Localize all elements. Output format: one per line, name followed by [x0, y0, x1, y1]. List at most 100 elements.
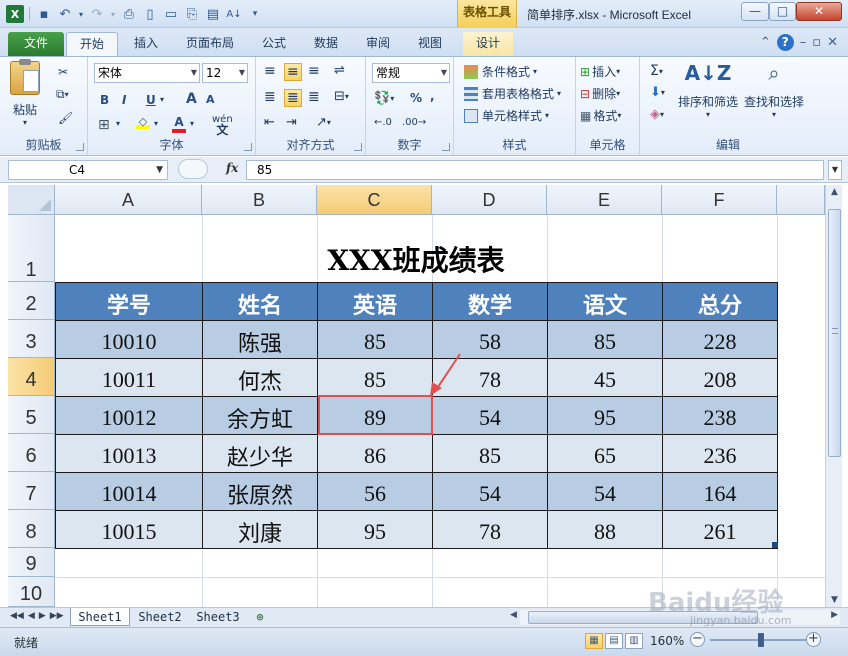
border-icon[interactable]: ⊞	[98, 117, 110, 133]
cell-styles-button[interactable]: 单元格样式 ▾	[464, 107, 549, 124]
column-header-c[interactable]: C	[317, 185, 432, 215]
copy-icon[interactable]: ⧉ ▾	[56, 87, 69, 102]
currency-icon[interactable]: 💱 ▾	[374, 91, 394, 106]
column-header-e[interactable]: E	[547, 185, 662, 215]
scroll-right-icon[interactable]: ▶	[831, 610, 838, 620]
tab-view[interactable]: 视图	[410, 32, 450, 56]
font-color-dropdown-icon[interactable]: ▾	[190, 119, 194, 128]
vertical-scrollbar[interactable]: ▲ ▼	[825, 185, 842, 607]
new-sheet-icon[interactable]: ⊕	[250, 608, 270, 626]
sheet-title-cell[interactable]: XXX班成绩表	[55, 215, 777, 282]
table-cell[interactable]: 赵少华	[202, 434, 318, 473]
row-header-8[interactable]: 8	[8, 510, 55, 548]
cut-icon[interactable]: ✂	[58, 65, 68, 79]
table-cell[interactable]: 10014	[55, 472, 203, 511]
row-header-2[interactable]: 2	[8, 282, 55, 320]
tab-file[interactable]: 文件	[8, 32, 64, 56]
comma-button[interactable]: ,	[430, 89, 435, 103]
header-cell[interactable]: 总分	[662, 282, 778, 321]
table-cell[interactable]: 何杰	[202, 358, 318, 397]
table-cell[interactable]: 10010	[55, 320, 203, 359]
table-cell[interactable]: 85	[317, 320, 433, 359]
zoom-slider-knob[interactable]	[758, 633, 764, 647]
paste-icon[interactable]: ▤	[204, 5, 222, 23]
column-header-a[interactable]: A	[55, 185, 202, 215]
redo-dropdown-icon[interactable]: ▾	[109, 5, 117, 23]
font-family-select[interactable]: 宋体 ▼	[94, 63, 200, 83]
phonetic-button[interactable]: wén 文	[212, 115, 233, 137]
number-launcher-icon[interactable]	[442, 143, 450, 151]
table-cell[interactable]: 88	[547, 510, 663, 549]
align-left-icon[interactable]: ≣	[264, 89, 276, 105]
merge-center-icon[interactable]: ⊟ ▾	[334, 89, 349, 104]
table-cell[interactable]: 10012	[55, 396, 203, 435]
table-cell[interactable]: 余方虹	[202, 396, 318, 435]
open-folder-icon[interactable]: ▭	[162, 5, 180, 23]
row-header-1[interactable]: 1	[8, 215, 55, 282]
table-cell[interactable]: 238	[662, 396, 778, 435]
align-bottom-icon[interactable]: ≡	[308, 63, 320, 79]
customize-qat-icon[interactable]: ▾	[246, 5, 264, 23]
header-cell[interactable]: 语文	[547, 282, 663, 321]
print-preview-icon[interactable]: ⎙	[120, 5, 138, 23]
table-cell[interactable]: 261	[662, 510, 778, 549]
increase-decimal-icon[interactable]: ←.0	[374, 117, 392, 128]
row-header-3[interactable]: 3	[8, 320, 55, 358]
expand-formula-bar-icon[interactable]: ▼	[828, 160, 842, 180]
new-file-icon[interactable]: ▯	[141, 5, 159, 23]
minimize-button[interactable]: —	[741, 2, 769, 21]
table-cell[interactable]: 95	[317, 510, 433, 549]
table-cell[interactable]: 10015	[55, 510, 203, 549]
increase-indent-icon[interactable]: ⇥	[286, 115, 297, 130]
zoom-in-button[interactable]: +	[806, 632, 821, 647]
header-cell[interactable]: 姓名	[202, 282, 318, 321]
page-break-view-icon[interactable]: ▥	[625, 633, 643, 649]
tab-page-layout[interactable]: 页面布局	[178, 32, 242, 56]
align-middle-icon[interactable]: ≡	[284, 63, 302, 81]
table-cell[interactable]: 54	[432, 396, 548, 435]
row-header-9[interactable]: 9	[8, 548, 55, 577]
table-cell[interactable]: 10013	[55, 434, 203, 473]
row-header-5[interactable]: 5	[8, 396, 55, 434]
tab-formulas[interactable]: 公式	[254, 32, 294, 56]
scroll-up-icon[interactable]: ▲	[826, 187, 843, 197]
zoom-level[interactable]: 160%	[650, 634, 684, 648]
format-painter-icon[interactable]: 🖌	[58, 111, 73, 125]
print-icon[interactable]: ⎘	[183, 5, 201, 23]
font-launcher-icon[interactable]	[244, 143, 252, 151]
save-icon[interactable]: ▪	[35, 5, 53, 23]
prev-sheet-icon[interactable]: ◀	[28, 611, 35, 621]
minimize-ribbon-icon[interactable]: ⌃	[760, 35, 771, 50]
table-cell[interactable]: 85	[547, 320, 663, 359]
insert-function-button[interactable]: fx	[226, 161, 238, 175]
table-cell[interactable]: 10011	[55, 358, 203, 397]
decrease-decimal-icon[interactable]: .00→	[402, 117, 426, 128]
first-sheet-icon[interactable]: ◀◀	[10, 611, 24, 621]
tab-design[interactable]: 设计	[463, 32, 513, 56]
table-resize-handle[interactable]	[772, 542, 778, 548]
worksheet-grid[interactable]: A B C D E F 1 2 3 4 5 6 7 8 9 10 XXX班成绩表…	[8, 185, 825, 607]
align-center-icon[interactable]: ≣	[284, 89, 302, 107]
format-as-table-button[interactable]: 套用表格格式 ▾	[464, 85, 561, 102]
italic-button[interactable]: I	[122, 93, 126, 107]
shrink-font-button[interactable]: A	[206, 93, 215, 106]
paste-button[interactable]: 粘贴 ▾	[10, 59, 40, 127]
workbook-restore-icon[interactable]: ▫	[812, 35, 821, 50]
clipboard-launcher-icon[interactable]	[76, 143, 84, 151]
next-sheet-icon[interactable]: ▶	[39, 611, 46, 621]
sheet-tab-3[interactable]: Sheet3	[190, 608, 246, 626]
tab-home[interactable]: 开始	[66, 32, 118, 56]
table-cell[interactable]: 陈强	[202, 320, 318, 359]
sort-filter-button[interactable]: A↓Z 排序和筛选 ▾	[678, 61, 738, 119]
percent-button[interactable]: %	[410, 91, 422, 105]
tab-data[interactable]: 数据	[306, 32, 346, 56]
undo-dropdown-icon[interactable]: ▾	[77, 5, 85, 23]
table-cell[interactable]: 236	[662, 434, 778, 473]
autosum-icon[interactable]: Σ ▾	[650, 63, 663, 79]
font-size-select[interactable]: 12 ▼	[202, 63, 248, 83]
row-header-4[interactable]: 4	[8, 358, 55, 396]
table-cell[interactable]: 65	[547, 434, 663, 473]
last-sheet-icon[interactable]: ▶▶	[50, 611, 64, 621]
table-cell[interactable]: 85	[317, 358, 433, 397]
tab-insert[interactable]: 插入	[126, 32, 166, 56]
